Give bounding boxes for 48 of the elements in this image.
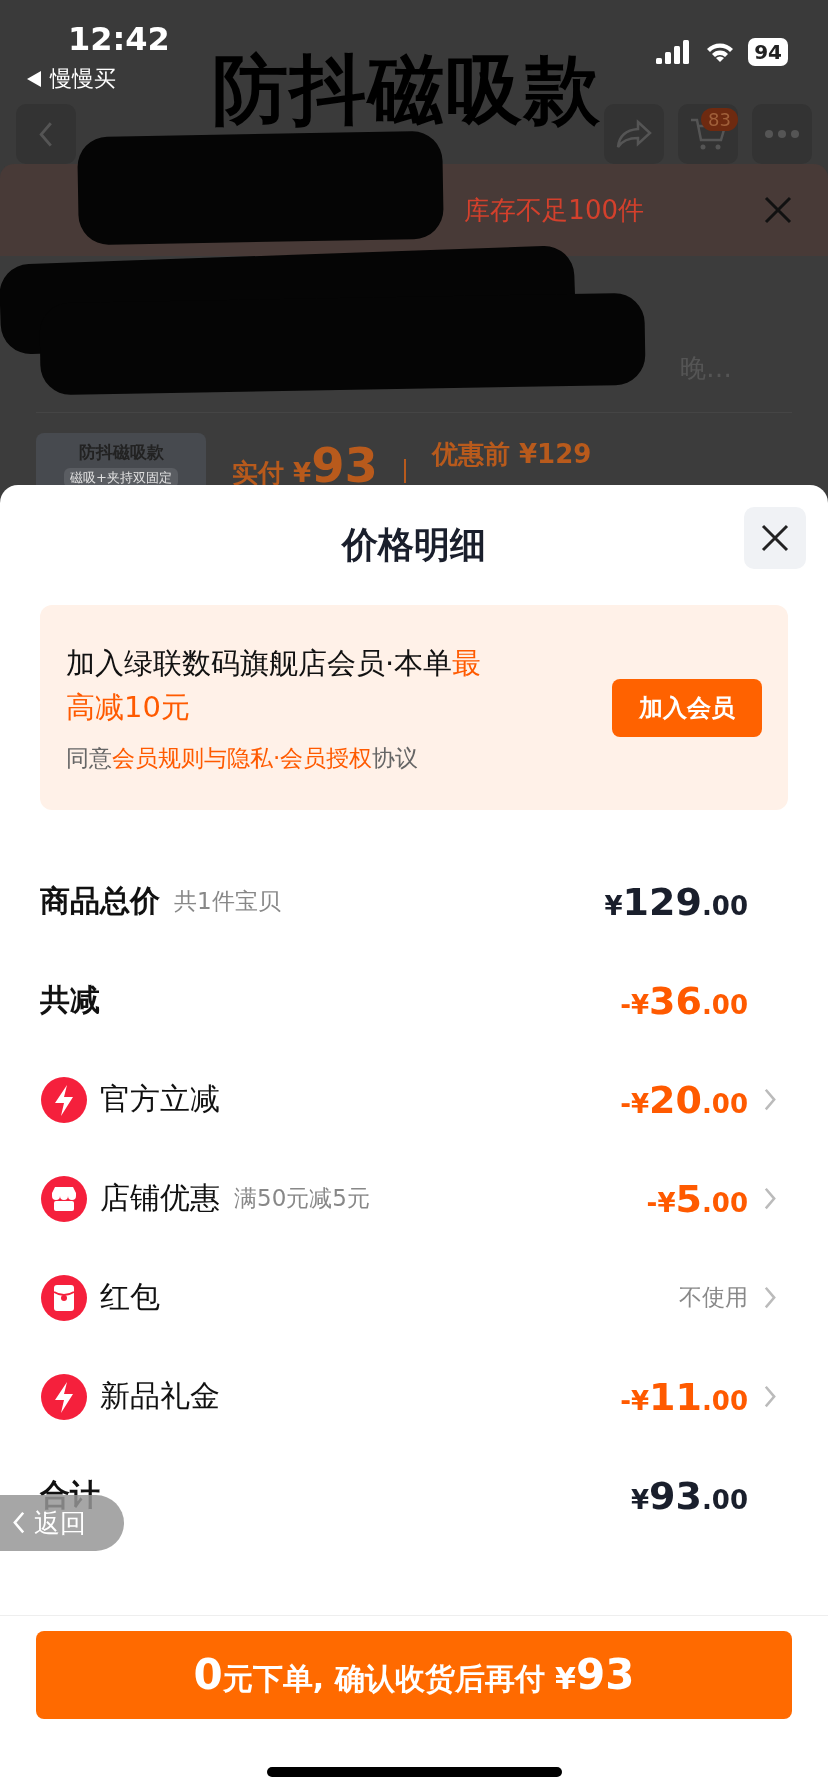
row-label: 共减	[40, 981, 100, 1019]
chevron-icon	[763, 1185, 777, 1212]
chevron-icon	[763, 1383, 777, 1410]
close-button[interactable]	[744, 507, 806, 569]
shop-icon	[40, 1174, 88, 1223]
close-icon	[761, 524, 789, 552]
price: -¥36.00	[620, 978, 748, 1023]
back-icon	[12, 1510, 26, 1536]
stock-notice: 库存不足100件	[464, 193, 644, 227]
original-price: 优惠前 ¥129	[431, 438, 592, 471]
close-icon[interactable]	[764, 196, 792, 224]
triangle-icon	[26, 70, 42, 88]
row-status[interactable]: 不使用	[679, 1282, 748, 1313]
join-member-button[interactable]: 加入会员	[612, 678, 762, 737]
back-icon	[38, 119, 54, 149]
share-icon	[614, 118, 654, 150]
row-note: 满50元减5元	[234, 1184, 370, 1213]
price: -¥11.00	[620, 1374, 748, 1419]
agreement-text: 同意会员规则与隐私·会员授权协议	[66, 744, 420, 773]
share-button[interactable]	[604, 104, 664, 164]
more-button[interactable]	[752, 104, 812, 164]
agreement-link[interactable]: 会员规则与隐私·会员授权	[112, 745, 373, 771]
back-button[interactable]	[16, 104, 76, 164]
place-order-button[interactable]: 0元下单, 确认收货后再付 ¥93	[36, 1631, 792, 1719]
chevron-icon	[763, 1284, 777, 1311]
row-label: 红包	[100, 1278, 160, 1316]
back-to-app-link[interactable]: 慢慢买	[26, 64, 170, 94]
lightning-icon	[40, 1372, 88, 1421]
price: -¥20.00	[620, 1077, 748, 1122]
row-label: 官方立减	[100, 1080, 220, 1118]
envelope-icon	[40, 1273, 88, 1322]
lightning-icon	[40, 1075, 88, 1124]
banner-title: 防抖磁吸款	[212, 44, 602, 136]
price: -¥5.00	[646, 1176, 748, 1221]
row-label: 商品总价	[40, 882, 160, 920]
paid-price: 实付 ¥93	[232, 436, 378, 495]
thumbnail-tag: 磁吸+夹持双固定	[64, 468, 178, 488]
member-offer-text: 加入绿联数码旗舰店会员·本单最高减10元	[66, 645, 483, 726]
status-time: 12:42	[68, 20, 170, 58]
sheet-title: 价格明细	[342, 522, 486, 567]
battery-level: 94	[748, 38, 788, 66]
chevron-icon	[763, 1086, 777, 1113]
price: ¥93.00	[630, 1473, 748, 1518]
row-label: 新品礼金	[100, 1377, 220, 1415]
more-icon	[764, 129, 800, 139]
row-label: 店铺优惠	[100, 1179, 220, 1217]
row-note: 共1件宝贝	[174, 887, 281, 916]
price: ¥129.00	[604, 879, 748, 924]
